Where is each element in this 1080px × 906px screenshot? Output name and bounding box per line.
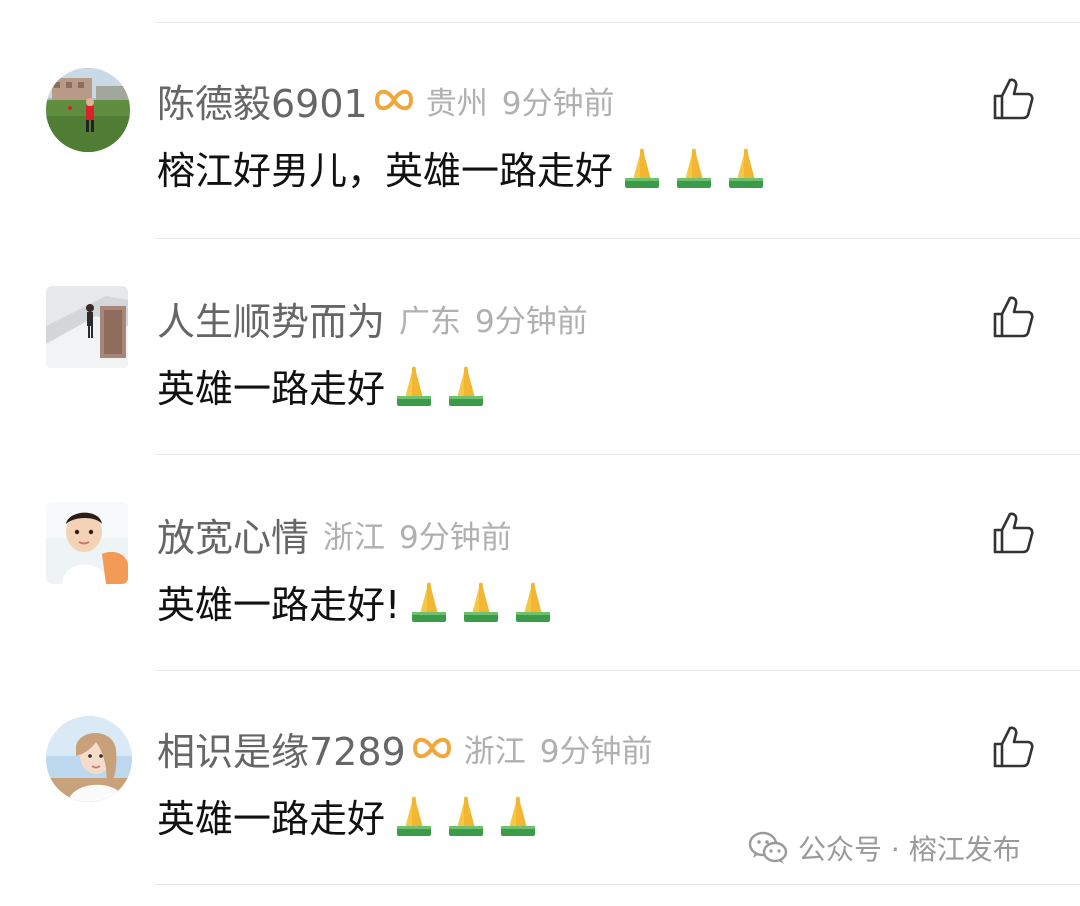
comment-time: 9分钟前 [399,519,512,556]
divider [155,454,1080,455]
avatar[interactable] [46,286,128,368]
folded-hands-emoji [443,362,489,408]
infinity-badge-icon [372,83,416,117]
comment-text: 英雄一路走好 [157,796,386,841]
divider [155,670,1080,671]
thumbs-up-icon[interactable] [990,76,1036,122]
folded-hands-emoji [458,578,504,624]
comment-header: 相识是缘7289 浙江 9分钟前 [157,720,652,776]
emoji-row [391,362,495,408]
avatar[interactable] [46,502,128,584]
wechat-icon [748,830,788,866]
commenter-name[interactable]: 陈德毅6901 [157,73,368,128]
comment-text: 英雄一路走好! [157,582,401,627]
avatar[interactable] [46,716,132,802]
comment-text: 榕江好男儿，英雄一路走好 [157,148,614,193]
comment-item: 陈德毅6901 贵州 9分钟前 榕江好男儿，英雄一路走好 [0,68,1080,258]
thumbs-up-icon[interactable] [990,294,1036,340]
comment-region: 浙江 [323,519,386,556]
folded-hands-emoji [495,792,541,838]
comment-content: 榕江好男儿，英雄一路走好 [157,136,775,198]
comment-region: 贵州 [425,85,488,122]
infinity-badge-icon [410,731,454,765]
divider [155,884,1080,885]
folded-hands-emoji [406,578,452,624]
comment-header: 陈德毅6901 贵州 9分钟前 [157,72,614,128]
comment-text: 英雄一路走好 [157,366,386,411]
folded-hands-emoji [671,144,717,190]
divider [155,238,1080,239]
comment-content: 英雄一路走好! [157,570,562,632]
emoji-row [406,578,562,624]
folded-hands-emoji [510,578,556,624]
comment-item: 相识是缘7289 浙江 9分钟前 英雄一路走好 [0,716,1080,906]
folded-hands-emoji [443,792,489,838]
comment-time: 9分钟前 [475,303,588,340]
folded-hands-emoji [723,144,769,190]
avatar[interactable] [46,68,130,152]
comment-item: 放宽心情 浙江 9分钟前 英雄一路走好! [0,502,1080,692]
emoji-row [619,144,775,190]
divider-top [155,22,1080,23]
folded-hands-emoji [391,362,437,408]
thumbs-up-icon[interactable] [990,510,1036,556]
comment-header: 人生顺势而为 广东 9分钟前 [157,290,588,346]
comment-content: 英雄一路走好 [157,354,495,416]
commenter-name[interactable]: 相识是缘7289 [157,721,406,776]
comment-content: 英雄一路走好 [157,784,547,846]
comment-time: 9分钟前 [501,85,615,122]
watermark-text: 公众号 · 榕江发布 [798,833,1021,866]
commenter-name[interactable]: 人生顺势而为 [157,291,385,346]
folded-hands-emoji [619,144,665,190]
comment-item: 人生顺势而为 广东 9分钟前 英雄一路走好 [0,286,1080,476]
comment-region: 广东 [399,303,462,340]
watermark: 公众号 · 榕江发布 [748,826,1021,870]
comment-region: 浙江 [463,733,526,770]
thumbs-up-icon[interactable] [990,724,1036,770]
emoji-row [391,792,547,838]
folded-hands-emoji [391,792,437,838]
commenter-name[interactable]: 放宽心情 [157,507,309,562]
comment-header: 放宽心情 浙江 9分钟前 [157,506,512,562]
comment-time: 9分钟前 [539,733,653,770]
